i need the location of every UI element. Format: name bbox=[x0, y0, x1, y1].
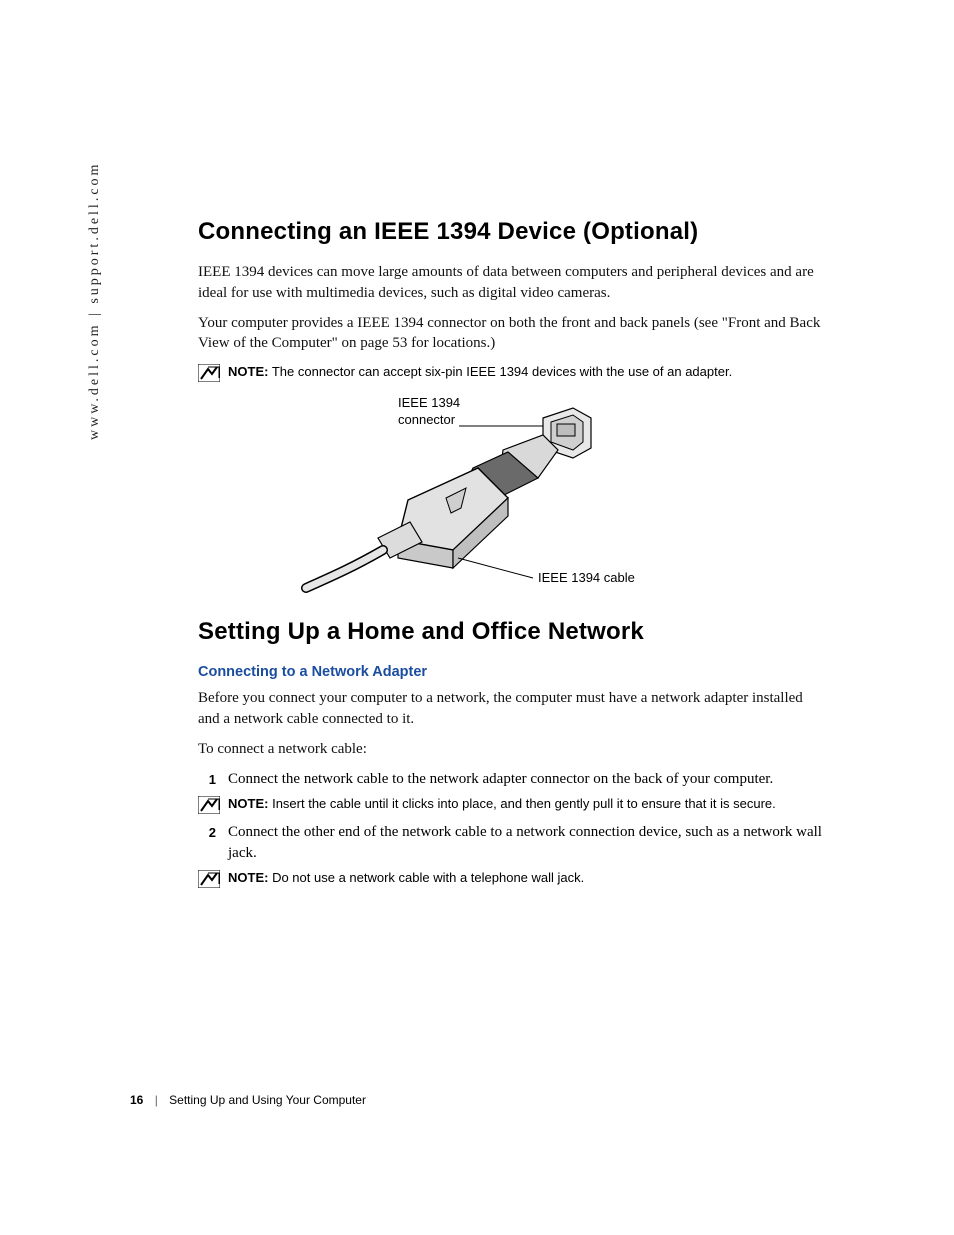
note-block: NOTE: The connector can accept six-pin I… bbox=[198, 363, 828, 382]
body-paragraph: Before you connect your computer to a ne… bbox=[198, 688, 828, 729]
figure-label-line: IEEE 1394 bbox=[398, 395, 460, 410]
footer-chapter: Setting Up and Using Your Computer bbox=[169, 1093, 366, 1107]
step-item: 2 Connect the other end of the network c… bbox=[198, 822, 828, 863]
body-paragraph: To connect a network cable: bbox=[198, 739, 828, 759]
note-icon bbox=[198, 870, 220, 888]
figure-label-line: connector bbox=[398, 412, 455, 427]
note-label: NOTE: bbox=[228, 870, 268, 885]
section-heading-ieee1394: Connecting an IEEE 1394 Device (Optional… bbox=[198, 216, 828, 248]
footer-separator: | bbox=[155, 1093, 158, 1107]
note-block: NOTE: Insert the cable until it clicks i… bbox=[198, 795, 828, 814]
side-url-text: www.dell.com | support.dell.com bbox=[86, 162, 105, 440]
note-text: NOTE: Insert the cable until it clicks i… bbox=[228, 795, 776, 813]
note-body: Insert the cable until it clicks into pl… bbox=[272, 796, 776, 811]
step-number: 1 bbox=[198, 769, 216, 789]
section-heading-network: Setting Up a Home and Office Network bbox=[198, 616, 828, 648]
note-block: NOTE: Do not use a network cable with a … bbox=[198, 869, 828, 888]
note-body: Do not use a network cable with a teleph… bbox=[272, 870, 584, 885]
figure-ieee1394: IEEE 1394 connector IEEE 1394 cable bbox=[198, 390, 828, 610]
figure-label-cable: IEEE 1394 cable bbox=[538, 570, 635, 586]
note-icon bbox=[198, 364, 220, 382]
body-paragraph: Your computer provides a IEEE 1394 conne… bbox=[198, 313, 828, 354]
note-text: NOTE: The connector can accept six-pin I… bbox=[228, 363, 732, 381]
note-icon bbox=[198, 796, 220, 814]
note-label: NOTE: bbox=[228, 796, 268, 811]
body-paragraph: IEEE 1394 devices can move large amounts… bbox=[198, 262, 828, 303]
note-body: The connector can accept six-pin IEEE 13… bbox=[272, 364, 732, 379]
page-footer: 16 | Setting Up and Using Your Computer bbox=[130, 1092, 366, 1108]
page-content: Connecting an IEEE 1394 Device (Optional… bbox=[198, 216, 828, 896]
subsection-heading: Connecting to a Network Adapter bbox=[198, 663, 828, 683]
step-number: 2 bbox=[198, 822, 216, 863]
figure-svg bbox=[198, 390, 828, 610]
note-label: NOTE: bbox=[228, 364, 268, 379]
page-number: 16 bbox=[130, 1093, 143, 1107]
step-text: Connect the other end of the network cab… bbox=[228, 822, 828, 863]
step-text: Connect the network cable to the network… bbox=[228, 769, 828, 789]
figure-label-connector: IEEE 1394 connector bbox=[398, 395, 460, 428]
note-text: NOTE: Do not use a network cable with a … bbox=[228, 869, 584, 887]
step-item: 1 Connect the network cable to the netwo… bbox=[198, 769, 828, 789]
